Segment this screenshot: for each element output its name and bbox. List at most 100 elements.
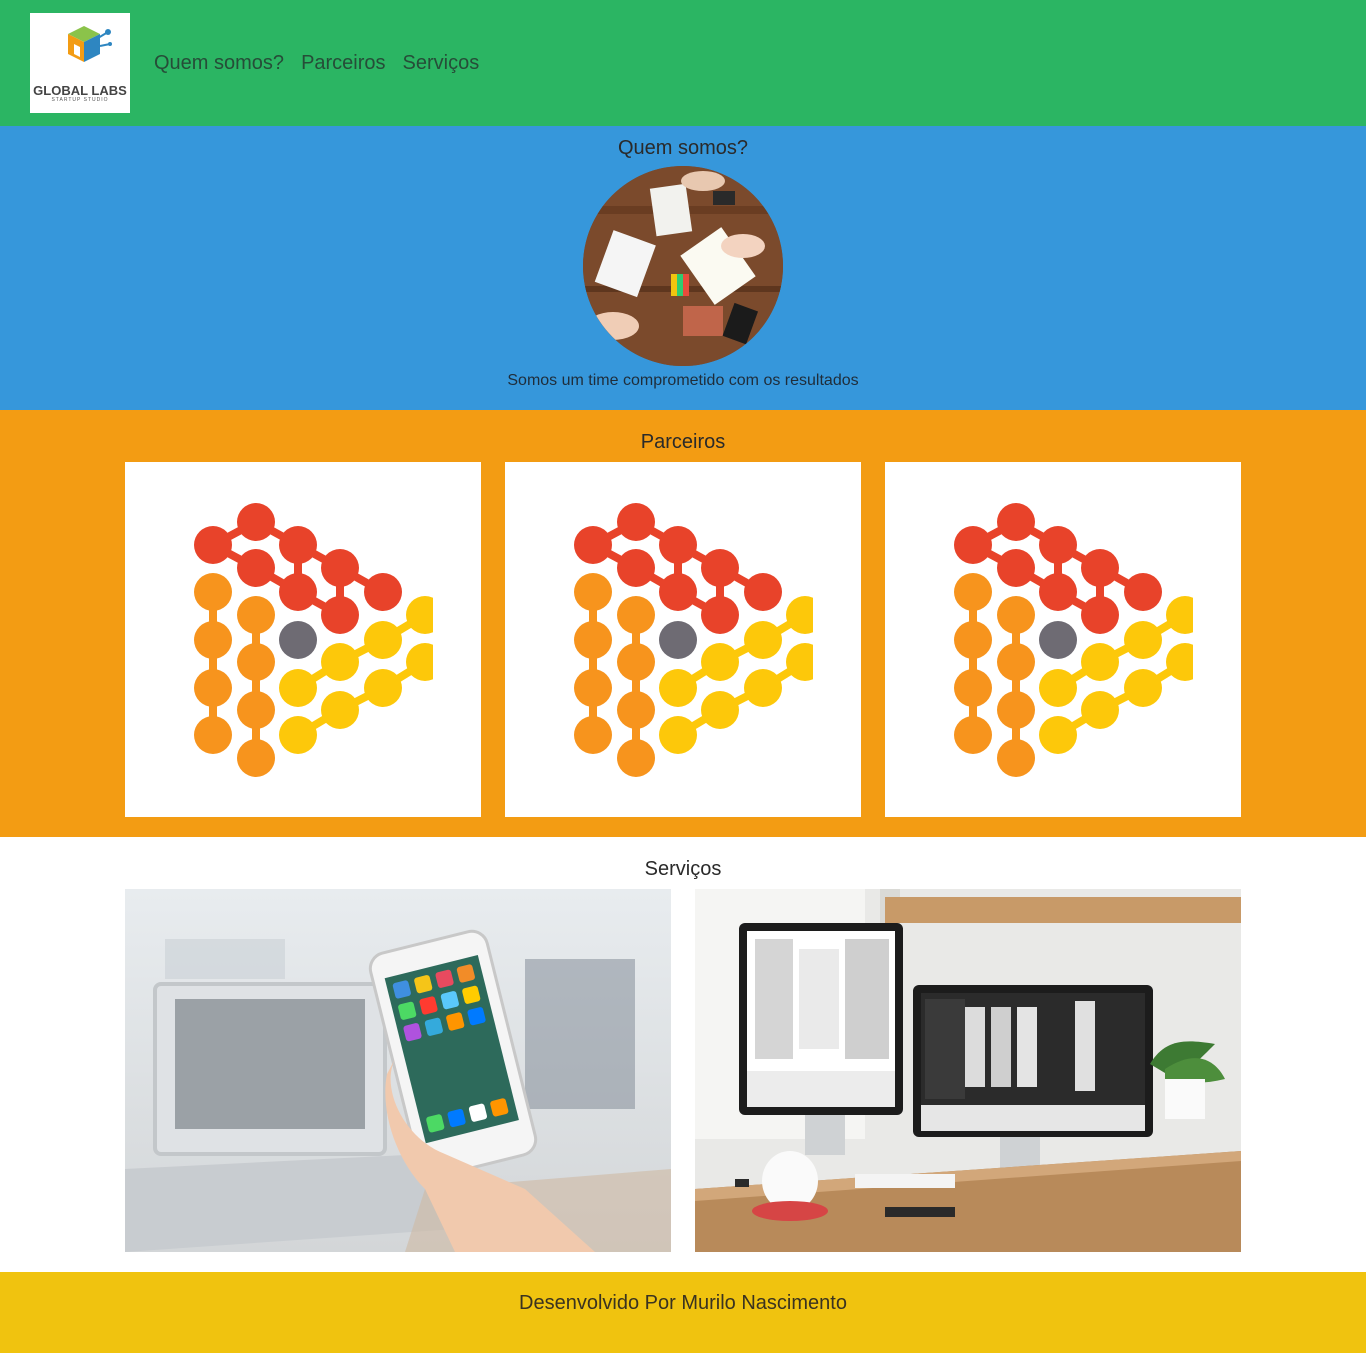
- logo-dot: [1039, 715, 1077, 754]
- logo-dot: [744, 668, 782, 707]
- cube-circuit-logo-icon: [68, 25, 112, 62]
- logo-dot: [701, 595, 739, 634]
- logo-dot: [194, 668, 232, 707]
- logo-dot: [194, 525, 232, 564]
- logo-dot: [997, 548, 1035, 587]
- nav-link-quem-somos[interactable]: Quem somos?: [154, 52, 284, 75]
- logo-dot: [279, 525, 317, 564]
- logo-dot: [1081, 548, 1119, 587]
- logo-dot: [617, 738, 655, 777]
- logo-dot: [954, 572, 992, 611]
- logo-dot: [574, 715, 612, 754]
- logo-dot: [701, 690, 739, 729]
- smartphone-in-hand-illustration: [125, 889, 671, 1252]
- logo-dot: [279, 620, 317, 659]
- partner-card[interactable]: [885, 462, 1241, 817]
- logo-dot: [279, 715, 317, 754]
- logo-dot: [659, 668, 697, 707]
- logo-dot: [364, 668, 402, 707]
- nav-link-parceiros[interactable]: Parceiros: [301, 52, 385, 75]
- dot-triangle-logo-icon: [954, 502, 1193, 777]
- nav-link-servicos[interactable]: Serviços: [403, 52, 480, 75]
- logo-dot: [321, 642, 359, 681]
- logo-dot: [237, 642, 275, 681]
- services-section: Serviços: [0, 837, 1366, 1272]
- logo-dot: [1039, 668, 1077, 707]
- about-title: Quem somos?: [617, 137, 749, 159]
- desktop-monitors-photo: [695, 889, 1241, 1252]
- logo-dot: [321, 548, 359, 587]
- logo-dot: [701, 642, 739, 681]
- logo-dot: [1081, 642, 1119, 681]
- logo-dot: [659, 620, 697, 659]
- logo-dot: [617, 595, 655, 634]
- logo-dot: [574, 620, 612, 659]
- logo-dot: [997, 595, 1035, 634]
- logo-dot: [1124, 668, 1162, 707]
- logo-dot: [237, 738, 275, 777]
- smartphone-photo: [125, 889, 671, 1252]
- logo-dot: [279, 668, 317, 707]
- logo-dot: [1039, 525, 1077, 564]
- about-section: Quem somos? Somos um time comprometido c…: [0, 126, 1366, 410]
- logo-dot: [954, 525, 992, 564]
- logo-dot: [1039, 572, 1077, 611]
- logo-dot: [997, 502, 1035, 541]
- logo-dot: [237, 690, 275, 729]
- logo-dot: [321, 690, 359, 729]
- services-title: Serviços: [644, 858, 722, 880]
- partner-card[interactable]: [505, 462, 861, 817]
- site-header: GLOBAL LABS STARTUP STUDIO Quem somos? P…: [0, 0, 1366, 126]
- global-labs-logo[interactable]: GLOBAL LABS STARTUP STUDIO: [30, 13, 130, 113]
- logo-dot: [321, 595, 359, 634]
- logo-dot: [954, 715, 992, 754]
- about-description: Somos um time comprometido com os result…: [507, 372, 859, 389]
- logo-dot: [279, 572, 317, 611]
- logo-dot: [617, 690, 655, 729]
- logo-dot: [1124, 572, 1162, 611]
- partner-list: [0, 462, 1366, 817]
- logo-dot: [1081, 595, 1119, 634]
- main-nav: Quem somos? Parceiros Serviços: [154, 52, 496, 75]
- logo-dot: [574, 572, 612, 611]
- dot-triangle-logo-icon: [574, 502, 813, 777]
- dot-triangle-logo-icon: [194, 502, 433, 777]
- partner-card[interactable]: [125, 462, 481, 817]
- logo-dot: [659, 715, 697, 754]
- logo-dot: [744, 572, 782, 611]
- partners-section: Parceiros: [0, 410, 1366, 837]
- logo-dot: [997, 642, 1035, 681]
- logo-dot: [1081, 690, 1119, 729]
- logo-title: GLOBAL LABS: [33, 82, 127, 98]
- logo-dot: [237, 548, 275, 587]
- logo-dot: [364, 620, 402, 659]
- logo-subtitle: STARTUP STUDIO: [51, 96, 109, 103]
- logo-dot: [194, 620, 232, 659]
- logo-dot: [659, 525, 697, 564]
- logo-dot: [194, 572, 232, 611]
- logo-dot: [617, 502, 655, 541]
- service-list: [0, 889, 1366, 1252]
- logo-dot: [617, 548, 655, 587]
- logo-dot: [997, 738, 1035, 777]
- site-footer: Desenvolvido Por Murilo Nascimento: [0, 1272, 1366, 1353]
- desk-monitors-illustration: [695, 889, 1241, 1252]
- team-table-illustration: [583, 166, 783, 366]
- logo-dot: [1124, 620, 1162, 659]
- logo-dot: [617, 642, 655, 681]
- logo-dot: [237, 595, 275, 634]
- logo-dot: [1039, 620, 1077, 659]
- logo-dot: [574, 525, 612, 564]
- partners-title: Parceiros: [640, 431, 726, 453]
- logo-dot: [744, 620, 782, 659]
- logo-dot: [194, 715, 232, 754]
- logo-dot: [237, 502, 275, 541]
- logo-dot: [997, 690, 1035, 729]
- logo-dot: [364, 572, 402, 611]
- logo-dot: [954, 620, 992, 659]
- logo-dot: [659, 572, 697, 611]
- logo-dot: [574, 668, 612, 707]
- team-meeting-photo: [583, 166, 783, 366]
- logo-dot: [954, 668, 992, 707]
- logo-dot: [701, 548, 739, 587]
